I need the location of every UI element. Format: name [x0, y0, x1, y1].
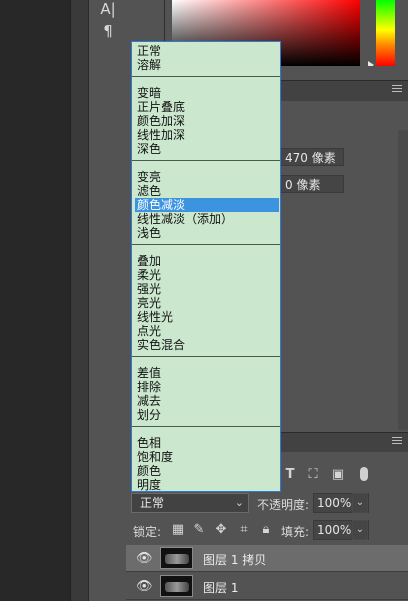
- layer-thumbnail: [160, 575, 193, 597]
- lock-paint-icon[interactable]: ✎: [192, 522, 206, 537]
- layer-name: 图层 1 拷贝: [203, 553, 267, 567]
- blend-mode-option[interactable]: 饱和度: [135, 450, 279, 464]
- blend-mode-dropdown[interactable]: 正常 溶解变暗 正片叠底 颜色加深 线性加深 深色变亮 滤色 颜色减淡 线性减淡（添加） 浅色叠加…: [131, 41, 281, 492]
- blend-mode-option[interactable]: 划分: [135, 408, 279, 422]
- menu-separator: [132, 244, 280, 245]
- layers-menu-icon[interactable]: [392, 437, 402, 446]
- smart-object-filter-icon[interactable]: ▣: [331, 467, 345, 482]
- type-tool-icon[interactable]: A|: [89, 0, 127, 18]
- layer-row[interactable]: 👁︎ 图层 1 拷贝: [126, 545, 408, 572]
- blend-mode-option[interactable]: 深色: [135, 142, 279, 156]
- blend-mode-option[interactable]: 线性加深: [135, 128, 279, 142]
- eye-icon[interactable]: 👁︎: [136, 579, 153, 594]
- blend-mode-option[interactable]: 颜色: [135, 464, 279, 478]
- blend-mode-option[interactable]: 正常: [135, 44, 279, 58]
- transform-filter-icon[interactable]: ⛶: [306, 467, 320, 482]
- blend-mode-option[interactable]: 溶解: [135, 58, 279, 72]
- blend-mode-option[interactable]: 色相: [135, 436, 279, 450]
- blend-mode-option[interactable]: 线性光: [135, 310, 279, 324]
- height-field[interactable]: 0 像素: [280, 175, 344, 193]
- menu-separator: [132, 160, 280, 161]
- blend-mode-option[interactable]: 滤色: [135, 184, 279, 198]
- eye-icon[interactable]: 👁︎: [136, 551, 153, 566]
- lock-move-icon[interactable]: ✥: [214, 522, 228, 537]
- blend-mode-option[interactable]: 点光: [135, 324, 279, 338]
- lock-artboard-icon[interactable]: ⌗: [237, 522, 251, 537]
- panel-menu-icon[interactable]: [392, 85, 402, 94]
- menu-separator: [132, 356, 280, 357]
- blend-mode-option[interactable]: 变亮: [135, 170, 279, 184]
- width-field[interactable]: 470 像素: [280, 148, 344, 166]
- menu-separator: [132, 76, 280, 77]
- lock-all-icon[interactable]: 🔒︎: [259, 522, 273, 537]
- filter-toggle-icon[interactable]: [360, 467, 368, 481]
- side-tool-strip: A| ¶: [88, 0, 127, 601]
- canvas-area: [0, 0, 70, 601]
- blend-mode-option[interactable]: 浅色: [135, 226, 279, 240]
- blend-mode-option[interactable]: 柔光: [135, 268, 279, 282]
- text-filter-icon[interactable]: T: [283, 467, 297, 482]
- hue-slider[interactable]: [376, 0, 395, 66]
- blend-mode-option[interactable]: 减去: [135, 394, 279, 408]
- opacity-dropdown-icon[interactable]: ⌄: [352, 493, 368, 513]
- layer-thumbnail: [160, 547, 193, 569]
- opacity-label: 不透明度:: [257, 498, 310, 512]
- blend-mode-option[interactable]: 差值: [135, 366, 279, 380]
- blend-mode-option[interactable]: 颜色加深: [135, 114, 279, 128]
- blend-mode-option[interactable]: 正片叠底: [135, 100, 279, 114]
- blend-mode-option[interactable]: 排除: [135, 380, 279, 394]
- blend-mode-option[interactable]: 实色混合: [135, 338, 279, 352]
- lock-transparent-icon[interactable]: ▦: [171, 522, 185, 537]
- layer-name: 图层 1: [203, 581, 239, 595]
- paragraph-icon[interactable]: ¶: [89, 22, 127, 40]
- chevron-down-icon: ⌄: [234, 496, 244, 509]
- properties-scrollbar[interactable]: [398, 130, 408, 430]
- blend-mode-option[interactable]: 强光: [135, 282, 279, 296]
- layer-row[interactable]: 👁︎ 图层 1: [126, 573, 408, 600]
- blend-mode-option[interactable]: 叠加: [135, 254, 279, 268]
- fill-dropdown-icon[interactable]: ⌄: [352, 520, 368, 540]
- blend-mode-option[interactable]: 线性减淡（添加）: [135, 212, 279, 226]
- lock-label: 锁定:: [133, 525, 162, 539]
- blend-mode-option[interactable]: 亮光: [135, 296, 279, 310]
- fill-label: 填充:: [281, 525, 310, 539]
- blend-mode-value: 正常: [140, 496, 165, 510]
- menu-separator: [132, 426, 280, 427]
- tool-column: [70, 0, 89, 601]
- blend-mode-select[interactable]: 正常 ⌄: [131, 493, 249, 513]
- blend-mode-option[interactable]: 明度: [135, 478, 279, 492]
- blend-mode-option[interactable]: 颜色减淡: [135, 198, 279, 212]
- blend-mode-option[interactable]: 变暗: [135, 86, 279, 100]
